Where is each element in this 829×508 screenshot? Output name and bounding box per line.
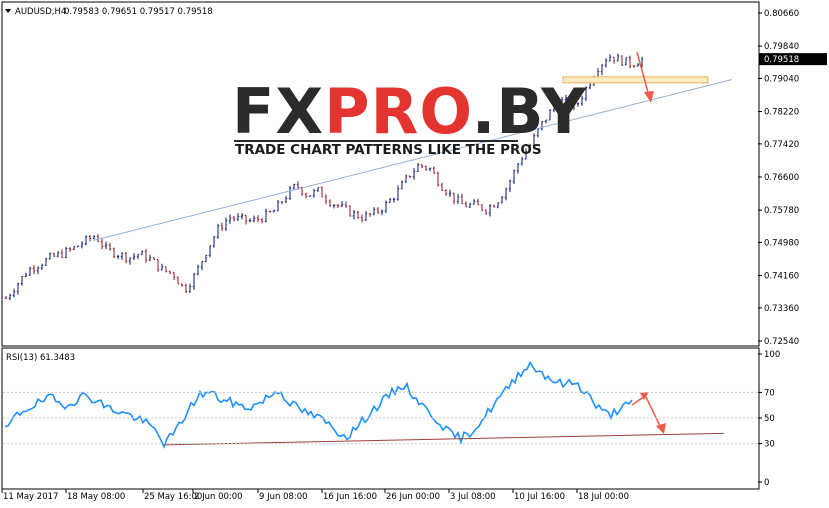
fxpro-logo: FXPRO.BY TRADE CHART PATTERNS LIKE THE P…: [232, 75, 587, 158]
chart-window: AUDUSD,H4 0.79583 0.79651 0.79517 0.7951…: [0, 0, 829, 508]
price-tick-label: 0.79040: [764, 74, 799, 84]
price-panel: [1, 1, 760, 347]
logo-tagline: TRADE CHART PATTERNS LIKE THE PROS: [235, 142, 542, 158]
logo-fx: FXPRO.BY: [232, 75, 587, 148]
chart-canvas[interactable]: AUDUSD,H4 0.79583 0.79651 0.79517 0.7951…: [0, 0, 829, 508]
rsi-tick-label: 70: [764, 388, 775, 398]
time-tick-label: 16 Jun 16:00: [323, 492, 377, 502]
price-tick-label: 0.74980: [764, 238, 799, 248]
price-tick-label: 0.79840: [764, 42, 799, 52]
rsi-tick-label: 0: [764, 478, 769, 488]
price-tick-label: 0.75780: [764, 206, 799, 216]
time-axis: 11 May 2017 18 May 08:00 25 May 16:002 Jun…: [1, 489, 629, 502]
rsi-tick-label: 30: [764, 440, 775, 450]
symbol-label: AUDUSD,H4: [15, 7, 66, 17]
rsi-tick-label: 100: [764, 350, 780, 360]
rsi-label: RSI(13) 61.3483: [6, 353, 75, 363]
current-price-label: 0.79518: [764, 55, 799, 65]
time-tick-label: 9 Jun 08:00: [259, 492, 308, 502]
ohlc-label: 0.79583 0.79651 0.79517 0.79518: [64, 7, 213, 17]
time-tick-label: 26 Jun 00:00: [386, 492, 440, 502]
time-tick-label: 3 Jul 08:00: [450, 492, 496, 502]
price-tick-label: 0.78220: [764, 108, 799, 118]
rsi-tick-label: 50: [764, 414, 775, 424]
price-axis: 0.80660 0.79840 0.79040 0.78220 0.77420 0.766…: [758, 9, 827, 347]
time-tick-label: 2 Jun 00:00: [194, 492, 243, 502]
price-tick-label: 0.76600: [764, 173, 799, 183]
price-tick-label: 0.77420: [764, 140, 799, 150]
time-tick-label: 18 Jul 00:00: [578, 492, 629, 502]
price-tick-label: 0.73360: [764, 304, 799, 314]
time-tick-label: 10 Jul 16:00: [514, 492, 565, 502]
price-tick-label: 0.80660: [764, 9, 799, 19]
price-tick-label: 0.74160: [764, 272, 799, 282]
time-tick-label: 18 May 08:00: [67, 492, 125, 502]
time-tick-label: 11 May 2017: [3, 492, 58, 502]
price-tick-label: 0.72540: [764, 337, 799, 347]
